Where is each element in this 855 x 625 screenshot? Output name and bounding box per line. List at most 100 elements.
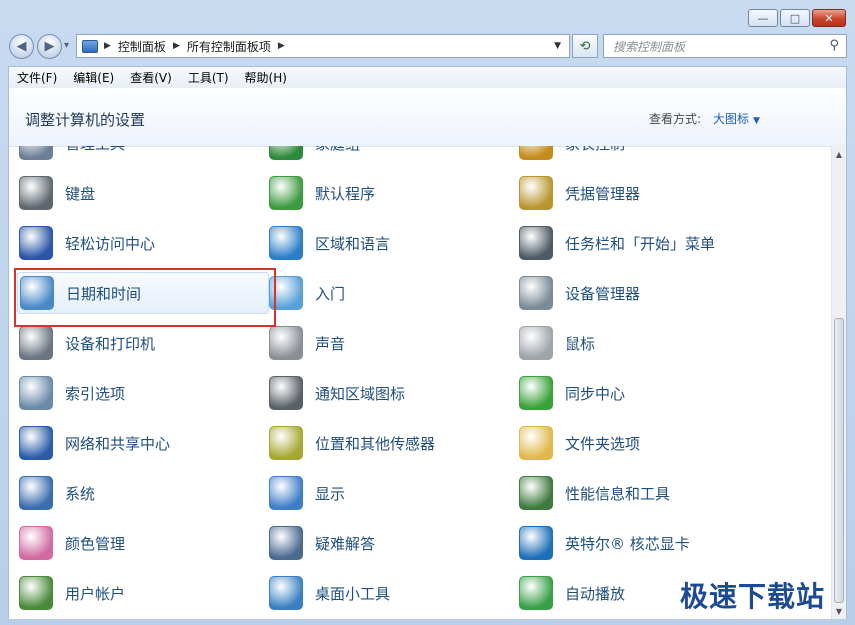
control-panel-item[interactable]: 默认程序 <box>269 172 519 214</box>
control-panel-item[interactable]: 鼠标 <box>519 322 769 364</box>
control-panel-item[interactable]: 同步中心 <box>519 372 769 414</box>
scroll-down-button[interactable]: ▼ <box>832 603 846 619</box>
view-by-value: 大图标 <box>713 112 750 126</box>
homegroup-icon <box>269 146 303 160</box>
control-panel-item[interactable]: 文件夹选项 <box>519 422 769 464</box>
keyboard-icon <box>19 176 53 210</box>
content-pane: 调整计算机的设置 查看方式: 大图标▼ 管理工具家庭组家长控制键盘 默认程序 凭据管… <box>8 88 847 619</box>
maximize-button[interactable]: □ <box>780 9 810 27</box>
control-panel-item[interactable]: 位置和其他传感器 <box>269 422 519 464</box>
search-box[interactable]: 搜索控制面板 ⚲ <box>603 34 847 58</box>
control-panel-item-label: 网络和共享中心 <box>65 434 171 453</box>
control-panel-item-label: 英特尔® 核芯显卡 <box>565 534 690 553</box>
desktop-gadgets-icon <box>269 576 303 610</box>
control-panel-item[interactable]: 通知区域图标 <box>269 372 519 414</box>
control-panel-item[interactable]: 管理工具 <box>19 146 269 164</box>
back-button[interactable]: ◀ <box>9 34 34 59</box>
autoplay-icon <box>519 576 553 610</box>
control-panel-item[interactable]: 键盘 <box>19 172 269 214</box>
scrollbar-thumb[interactable] <box>834 318 844 603</box>
control-panel-item[interactable]: 任务栏和「开始」菜单 <box>519 222 769 264</box>
control-panel-item-label: 索引选项 <box>65 384 126 403</box>
control-panel-item-label: 凭据管理器 <box>565 184 641 203</box>
control-panel-item[interactable]: 设备和打印机 <box>19 322 269 364</box>
region-language-icon <box>269 226 303 260</box>
control-panel-item-label: 通知区域图标 <box>315 384 406 403</box>
search-icon[interactable]: ⚲ <box>829 38 839 53</box>
folder-options-icon <box>519 426 553 460</box>
menu-edit[interactable]: 编辑(E) <box>65 69 122 86</box>
recent-pages-button[interactable]: ▾ <box>64 40 69 51</box>
back-arrow-icon: ◀ <box>16 39 27 54</box>
menu-view[interactable]: 查看(V) <box>122 69 180 86</box>
view-by-dropdown[interactable]: 大图标 ▼ <box>713 110 760 127</box>
breadcrumb-all-items[interactable]: 所有控制面板项 <box>187 38 271 55</box>
menu-help[interactable]: 帮助(H) <box>237 69 295 86</box>
breadcrumb-separator: ▶ <box>172 41 180 51</box>
control-panel-item-label: 键盘 <box>65 184 96 203</box>
title-bar: — □ ✕ <box>0 0 855 30</box>
vertical-scrollbar[interactable]: ▲ ▼ <box>831 146 846 619</box>
control-panel-item[interactable]: 英特尔® 核芯显卡 <box>519 522 769 564</box>
control-panel-item[interactable]: 性能信息和工具 <box>519 472 769 514</box>
control-panel-item[interactable]: 桌面小工具 <box>269 572 519 614</box>
forward-arrow-icon: ▶ <box>44 39 55 54</box>
sound-icon <box>269 326 303 360</box>
control-panel-item-label: 文件夹选项 <box>565 434 641 453</box>
search-input[interactable]: 搜索控制面板 <box>613 38 685 55</box>
control-panel-item[interactable]: 疑难解答 <box>269 522 519 564</box>
scroll-up-icon: ▲ <box>835 149 843 159</box>
control-panel-item[interactable]: 声音 <box>269 322 519 364</box>
minimize-button[interactable]: — <box>748 9 778 27</box>
control-panel-item-label: 声音 <box>315 334 346 353</box>
close-button[interactable]: ✕ <box>812 9 846 27</box>
watermark-logo: 极速下载站 <box>680 580 826 613</box>
control-panel-item[interactable]: 索引选项 <box>19 372 269 414</box>
control-panel-item-label: 颜色管理 <box>65 534 126 553</box>
control-panel-item[interactable]: 设备管理器 <box>519 272 769 314</box>
location-sensors-icon <box>269 426 303 460</box>
taskbar-start-icon <box>519 226 553 260</box>
control-panel-item-label: 桌面小工具 <box>315 584 391 603</box>
control-panel-item[interactable]: 网络和共享中心 <box>19 422 269 464</box>
admin-tools-icon <box>19 146 53 160</box>
default-programs-icon <box>269 176 303 210</box>
maximize-icon: □ <box>789 11 801 25</box>
forward-button[interactable]: ▶ <box>37 34 62 59</box>
page-title: 调整计算机的设置 <box>25 111 146 129</box>
indexing-options-icon <box>19 376 53 410</box>
control-panel-item-label: 区域和语言 <box>315 234 391 253</box>
control-panel-item[interactable]: 系统 <box>19 472 269 514</box>
control-panel-item[interactable]: 显示 <box>269 472 519 514</box>
address-bar[interactable]: ▶ 控制面板 ▶ 所有控制面板项 ▶ ▼ <box>76 34 570 58</box>
control-panel-item[interactable]: 区域和语言 <box>269 222 519 264</box>
navigation-bar: ◀ ▶ ▾ ▶ 控制面板 ▶ 所有控制面板项 ▶ ▼ ⟲ 搜索控制面板 ⚲ <box>0 30 855 62</box>
scroll-up-button[interactable]: ▲ <box>832 146 846 162</box>
control-panel-item[interactable]: 家长控制 <box>519 146 769 164</box>
ease-of-access-icon <box>19 226 53 260</box>
control-panel-item-label: 系统 <box>65 484 96 503</box>
control-panel-item[interactable]: 颜色管理 <box>19 522 269 564</box>
control-panel-item-label: 任务栏和「开始」菜单 <box>565 234 716 253</box>
menu-bar: 文件(F) 编辑(E) 查看(V) 工具(T) 帮助(H) <box>8 66 847 88</box>
control-panel-item[interactable]: 轻松访问中心 <box>19 222 269 264</box>
control-panel-item-label: 位置和其他传感器 <box>315 434 436 453</box>
control-panel-item[interactable]: 凭据管理器 <box>519 172 769 214</box>
sync-center-icon <box>519 376 553 410</box>
address-dropdown-icon[interactable]: ▼ <box>554 41 561 51</box>
content-header: 调整计算机的设置 查看方式: 大图标 ▼ <box>9 88 846 147</box>
menu-file[interactable]: 文件(F) <box>9 69 65 86</box>
control-panel-item-label: 同步中心 <box>565 384 626 403</box>
control-panel-item[interactable]: 家庭组 <box>269 146 519 164</box>
credential-manager-icon <box>519 176 553 210</box>
control-panel-item[interactable]: 用户帐户 <box>19 572 269 614</box>
breadcrumb-control-panel[interactable]: 控制面板 <box>118 38 166 55</box>
control-panel-item[interactable]: 入门 <box>269 272 519 314</box>
menu-tools[interactable]: 工具(T) <box>180 69 237 86</box>
scroll-down-icon: ▼ <box>835 606 843 616</box>
device-manager-icon <box>519 276 553 310</box>
parental-controls-icon <box>519 146 553 160</box>
control-panel-items: 管理工具 家庭组 家长控制键盘 默认程序 凭据管理器轻松访问中心 区域和语言 任务栏和「开始… <box>9 146 831 619</box>
refresh-button[interactable]: ⟲ <box>572 34 598 58</box>
intel-graphics-icon <box>519 526 553 560</box>
